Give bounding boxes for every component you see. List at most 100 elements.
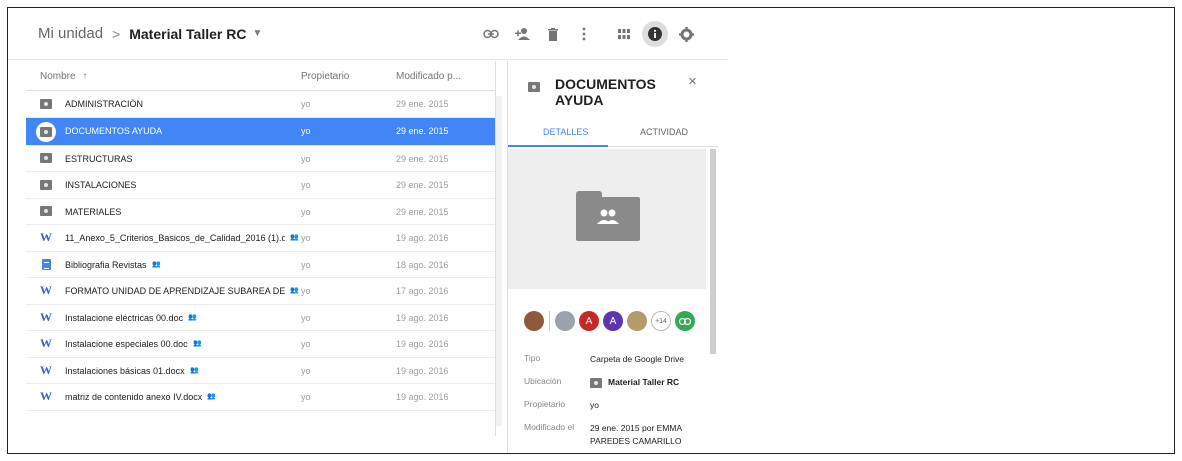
shared-folder-icon xyxy=(40,153,52,164)
prop-value: 29 ene. 2015 por EMMA PAREDES CAMARILLO xyxy=(590,423,682,446)
tab-details[interactable]: DETALLES xyxy=(543,127,588,137)
prop-location: Ubicación Material Taller RC xyxy=(524,376,714,399)
link-icon[interactable] xyxy=(478,21,504,47)
details-panel: DOCUMENTOS AYUDA × DETALLES ACTIVIDAD A … xyxy=(507,61,718,453)
file-name: 11_Anexo_5_Criterios_Basicos_de_Calidad_… xyxy=(65,233,285,243)
file-owner: yo xyxy=(301,392,311,402)
file-owner: yo xyxy=(301,259,311,270)
prop-value: yo xyxy=(590,400,599,410)
avatar[interactable] xyxy=(555,311,575,331)
prop-modified: Modificado el 29 ene. 2015 por EMMA PARE… xyxy=(524,422,714,446)
table-row[interactable]: W Instalaciones básicas 01.docx 👥 yo 19 ago.… xyxy=(26,358,495,384)
column-header-name[interactable]: Nombre ↑ xyxy=(40,71,87,82)
prop-label: Ubicación xyxy=(524,376,562,386)
word-doc-icon: W xyxy=(40,309,52,324)
table-row[interactable]: MATERIALES yo 29 ene. 2015 xyxy=(26,199,495,225)
panel-scrollbar[interactable] xyxy=(710,149,716,354)
shared-folder-icon xyxy=(36,121,56,142)
table-row[interactable]: W 11_Anexo_5_Criterios_Basicos_de_Calidad… xyxy=(26,225,495,252)
breadcrumb: Mi unidad > Material Taller RC ▼ xyxy=(38,25,262,42)
file-owner: yo xyxy=(301,125,311,136)
shared-people-icon: 👥 xyxy=(290,287,299,294)
file-modified-date: 29 ene. 2015 xyxy=(396,99,449,109)
table-row[interactable]: ESTRUCTURAS yo 29 ene. 2015 xyxy=(26,146,495,172)
breadcrumb-root[interactable]: Mi unidad xyxy=(38,25,103,42)
file-name: DOCUMENTOS AYUDA xyxy=(65,125,163,136)
chevron-down-icon[interactable]: ▼ xyxy=(252,28,262,39)
word-doc-icon: W xyxy=(40,283,52,297)
tab-activity[interactable]: ACTIVIDAD xyxy=(640,127,688,137)
file-name: FORMATO UNIDAD DE APRENDIZAJE SUBAREA DE… xyxy=(65,286,285,296)
close-icon[interactable]: × xyxy=(688,73,697,90)
table-row[interactable]: W Instalacione eléctricas 00.doc 👥 yo 19 ago… xyxy=(26,305,495,331)
table-row[interactable]: W FORMATO UNIDAD DE APRENDIZAJE SUBAREA D… xyxy=(26,278,495,305)
file-modified-date: 17 ago. 2016 xyxy=(396,286,449,296)
file-name: Instalacione eléctricas 00.doc xyxy=(65,312,184,323)
file-name: INSTALACIONES xyxy=(65,180,137,190)
table-row[interactable]: Bibliografia Revistas 👥 yo 18 ago. 2016 xyxy=(26,252,495,278)
column-header-owner[interactable]: Propietario xyxy=(301,71,349,82)
column-name-label: Nombre xyxy=(40,71,76,82)
info-icon[interactable] xyxy=(642,21,668,47)
more-vert-icon[interactable] xyxy=(571,21,597,47)
shared-people-icon: 👥 xyxy=(207,393,216,400)
shared-folder-icon xyxy=(40,179,52,190)
file-owner: yo xyxy=(301,365,311,376)
grid-view-icon[interactable] xyxy=(611,21,637,47)
file-modified-date: 19 ago. 2016 xyxy=(396,365,449,376)
word-doc-icon: W xyxy=(40,336,52,350)
file-modified-date: 19 ago. 2016 xyxy=(396,392,449,402)
prop-label: Tipo xyxy=(524,353,541,363)
settings-icon[interactable] xyxy=(673,21,699,47)
sharing-avatars: A A +14 xyxy=(524,311,699,331)
list-scrollbar[interactable] xyxy=(496,96,502,426)
file-owner: yo xyxy=(301,180,311,190)
avatar[interactable] xyxy=(524,311,544,331)
prop-type: Tipo Carpeta de Google Drive xyxy=(524,353,714,376)
link-sharing-icon[interactable] xyxy=(675,311,695,331)
table-row[interactable]: DOCUMENTOS AYUDA yo 29 ene. 2015 xyxy=(26,117,495,146)
shared-people-icon: 👥 xyxy=(190,366,199,374)
list-header: Nombre ↑ Propietario Modificado p... xyxy=(26,61,495,91)
prop-label: Modificado el xyxy=(524,422,575,432)
file-owner: yo xyxy=(301,153,311,164)
trash-icon[interactable] xyxy=(540,21,566,47)
sort-arrow-icon[interactable]: ↑ xyxy=(82,71,87,82)
avatar[interactable]: A xyxy=(579,311,599,331)
file-name: Instalaciones básicas 01.docx xyxy=(65,365,185,376)
divider xyxy=(549,311,550,331)
file-name: MATERIALES xyxy=(65,206,122,217)
folder-icon xyxy=(590,377,602,388)
file-name: Instalacione especiales 00.doc xyxy=(65,339,188,349)
file-owner: yo xyxy=(301,286,311,296)
details-properties: Tipo Carpeta de Google Drive Ubicación M… xyxy=(524,353,714,446)
google-doc-icon xyxy=(40,258,52,270)
file-rows: ADMINISTRACIÓN yo 29 ene. 2015 DOCUMENTOS A… xyxy=(26,91,495,411)
file-owner: yo xyxy=(301,233,311,243)
breadcrumb-current[interactable]: Material Taller RC xyxy=(129,26,246,42)
avatar[interactable] xyxy=(627,311,647,331)
avatar[interactable]: A xyxy=(603,311,623,331)
column-header-modified[interactable]: Modificado p... xyxy=(396,71,461,82)
table-row[interactable]: Wmatriz de contenido anexo IV.docx 👥 yo 19 … xyxy=(26,384,495,411)
file-modified-date: 19 ago. 2016 xyxy=(396,233,449,243)
file-owner: yo xyxy=(301,206,311,217)
prop-label: Propietario xyxy=(524,399,566,409)
file-name: ADMINISTRACIÓN xyxy=(65,99,144,109)
shared-folder-icon xyxy=(528,82,540,92)
file-name: Bibliografia Revistas xyxy=(65,259,147,270)
file-name: matriz de contenido anexo IV.docx xyxy=(65,392,203,402)
details-title: DOCUMENTOS AYUDA xyxy=(555,76,656,108)
file-modified-date: 29 ene. 2015 xyxy=(396,206,449,217)
location-link[interactable]: Material Taller RC xyxy=(590,376,714,389)
file-owner: yo xyxy=(301,339,311,349)
file-modified-date: 29 ene. 2015 xyxy=(396,125,449,136)
more-people-badge[interactable]: +14 xyxy=(651,311,671,331)
table-row[interactable]: W Instalacione especiales 00.doc 👥 yo 19 ago… xyxy=(26,331,495,358)
shared-folder-icon xyxy=(40,206,52,217)
file-list: Nombre ↑ Propietario Modificado p... ADM… xyxy=(26,61,502,436)
shared-folder-icon xyxy=(40,98,52,109)
add-person-icon[interactable] xyxy=(509,21,535,47)
table-row[interactable]: INSTALACIONES yo 29 ene. 2015 xyxy=(26,172,495,199)
table-row[interactable]: ADMINISTRACIÓN yo 29 ene. 2015 xyxy=(26,91,495,118)
